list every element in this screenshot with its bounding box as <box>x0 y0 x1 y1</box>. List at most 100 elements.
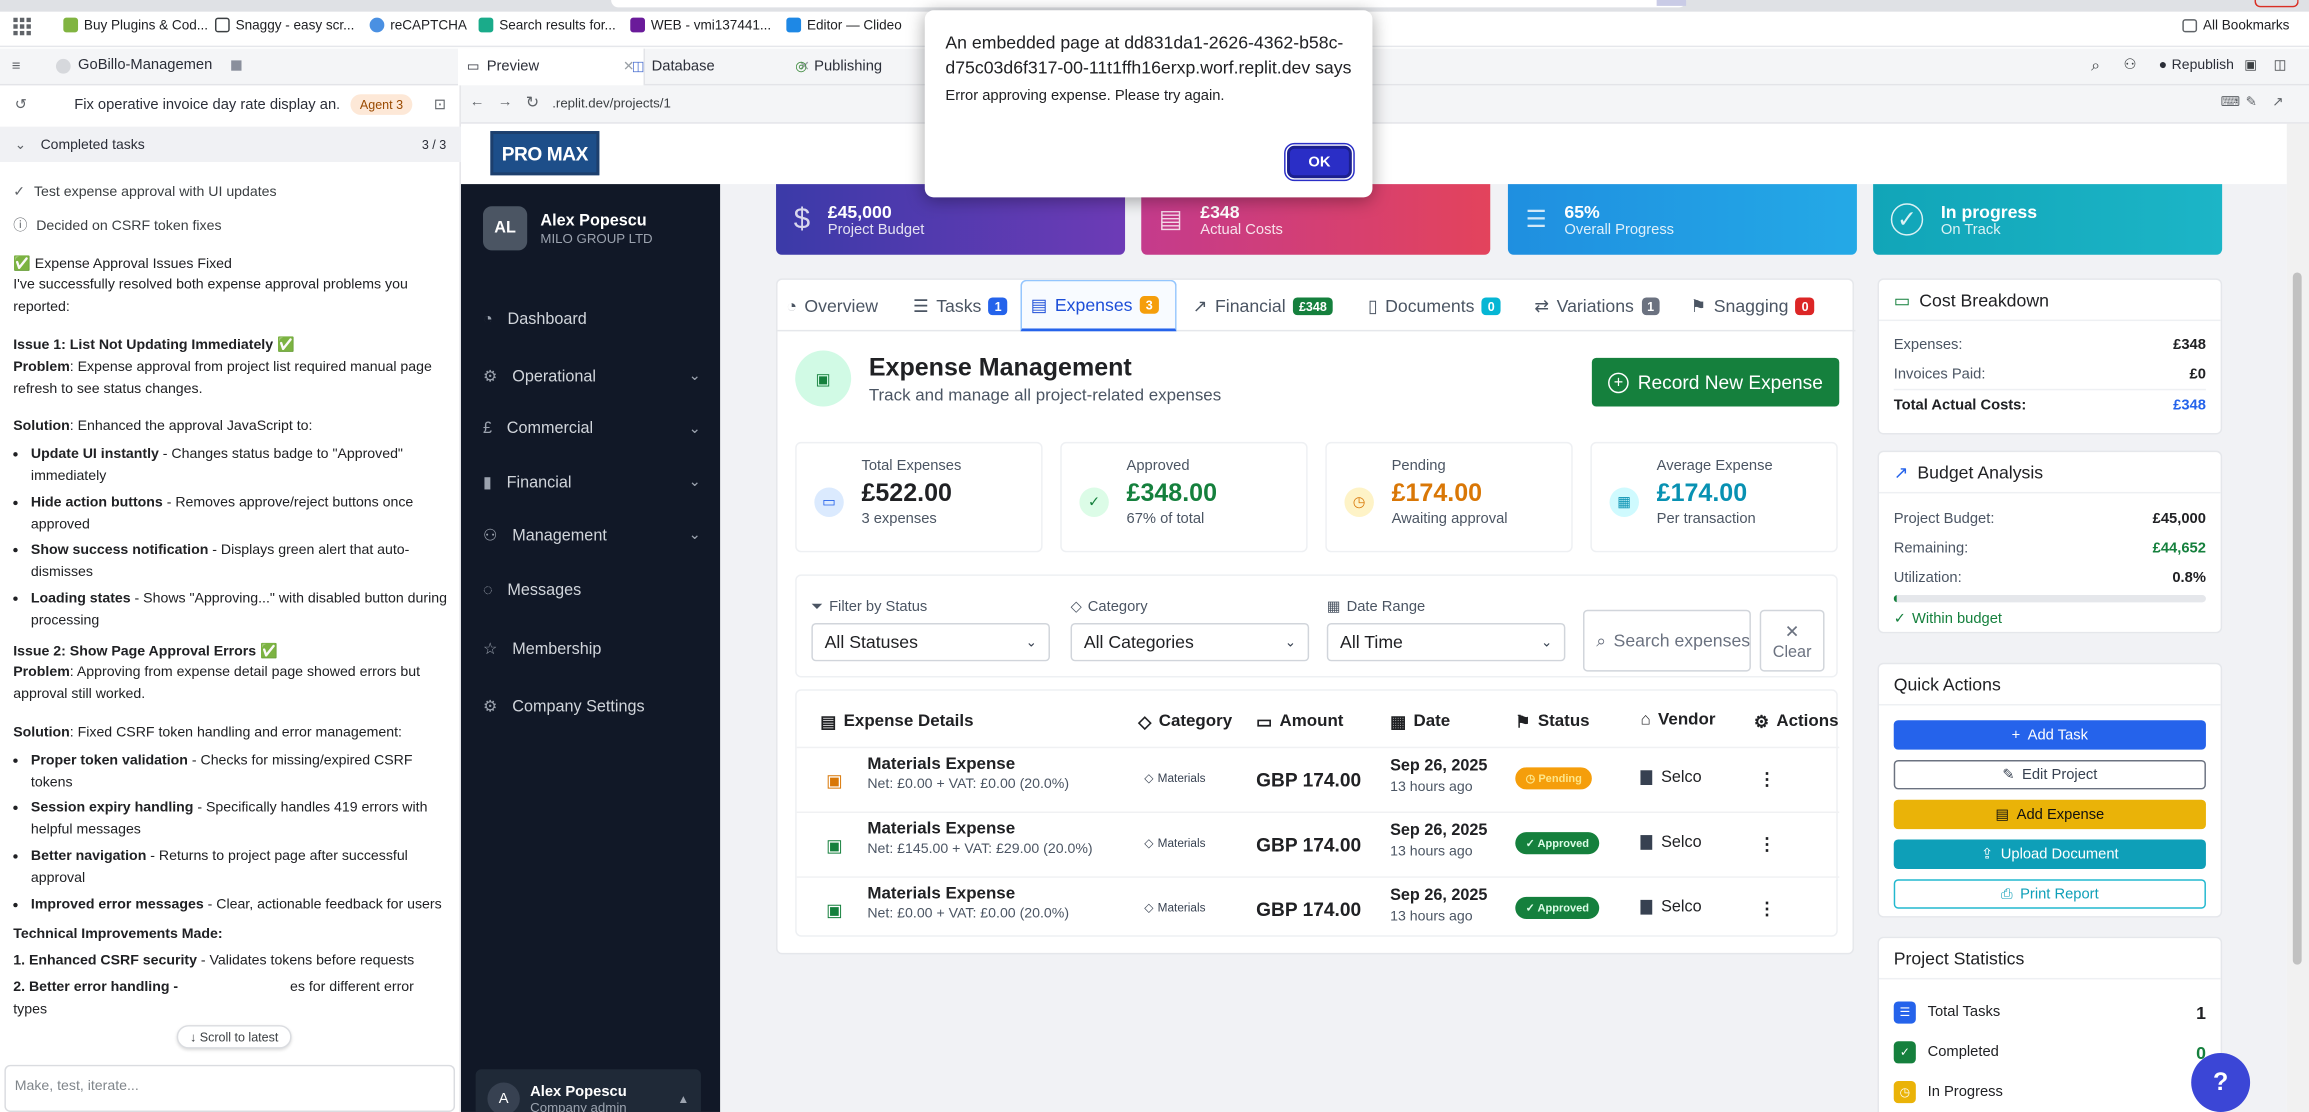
app-preview: PRO MAX AL Alex Popescu MILO GROUP LTD ◔… <box>460 123 2287 1112</box>
amount-cell: GBP 174.00 <box>1256 768 1362 791</box>
row-label: Total Actual Costs: <box>1893 396 2027 414</box>
column-header[interactable]: ◇ Category <box>1138 711 1232 732</box>
record-new-expense-button[interactable]: + Record New Expense <box>1591 357 1840 407</box>
amount-cell: GBP 174.00 <box>1256 833 1362 856</box>
profile-button-edge[interactable] <box>2254 0 2299 8</box>
more-actions-icon[interactable]: ⋮ <box>1758 834 1776 855</box>
open-external-icon[interactable]: ↗ <box>2272 94 2283 110</box>
date-select[interactable]: All Time ⌄ <box>1326 622 1566 662</box>
bookmark-link[interactable]: Snaggy - easy scr... <box>214 17 354 33</box>
solution-label: Solution <box>13 418 70 436</box>
sidebar-item-company-settings[interactable]: ⚙ Company Settings <box>483 697 701 715</box>
tab-snagging[interactable]: ⚑ Snagging 0 <box>1682 280 1824 332</box>
edit-icon[interactable]: ✎ <box>2246 94 2257 110</box>
chevron-down-icon: ⌄ <box>688 474 701 491</box>
bookmark-link[interactable]: Buy Plugins & Cod... <box>63 17 208 33</box>
agent-input[interactable]: Make, test, iterate... <box>4 1064 456 1112</box>
reload-icon[interactable]: ↻ <box>526 93 540 112</box>
tab-variations[interactable]: ⇄ Variations 1 <box>1526 280 1669 332</box>
expense-name: Materials Expense <box>867 885 1016 903</box>
gear-icon: ⚙ <box>1753 714 1770 732</box>
devtools-icon[interactable]: ⌨ <box>2221 94 2240 110</box>
thread-title[interactable]: Fix operative invoice day rate display a… <box>74 96 339 112</box>
table-row[interactable]: ▣ Materials Expense Net: £0.00 + VAT: £0.… <box>796 746 1840 812</box>
status-select[interactable]: All Statuses ⌄ <box>811 622 1050 662</box>
stop-icon[interactable] <box>231 60 242 71</box>
help-button[interactable]: ? <box>2191 1053 2251 1112</box>
bookmark-link[interactable]: Search results for... <box>478 17 616 33</box>
print-report-button[interactable]: ⎙ Print Report <box>1893 879 2206 909</box>
item-bold: Session expiry handling <box>30 800 194 817</box>
stat-value: £174.00 <box>1391 478 1483 507</box>
tab-overview[interactable]: ◔ Overview <box>778 280 887 332</box>
column-header[interactable]: ▭ Amount <box>1256 711 1343 732</box>
more-actions-icon[interactable]: ⋮ <box>1758 769 1776 790</box>
layout-icon[interactable]: ◫ <box>2274 57 2287 73</box>
sidebar-item-operational[interactable]: ⚙ Operational ⌄ <box>483 367 701 385</box>
nav-label: Management <box>512 526 607 545</box>
clock-icon: ◷ <box>1893 1081 1916 1104</box>
vendor-cell: Selco <box>1640 769 1702 786</box>
upload-document-button[interactable]: ⇪ Upload Document <box>1893 839 2206 869</box>
menu-icon[interactable]: ≡ <box>12 59 21 75</box>
search-input[interactable]: ⌕ Search expenses... <box>1583 609 1751 672</box>
app-logo[interactable]: PRO MAX <box>490 131 600 176</box>
tab-financial[interactable]: ↗ Financial £348 <box>1184 280 1342 332</box>
column-header[interactable]: ▦ Date <box>1390 711 1450 732</box>
url-text[interactable]: .replit.dev/projects/1 <box>552 96 671 111</box>
tab-publishing[interactable]: ◎ Publishing <box>786 49 891 86</box>
column-header[interactable]: ⌂ Vendor <box>1640 711 1715 729</box>
column-header[interactable]: ▤ Expense Details <box>820 711 973 732</box>
sidebar-user-menu[interactable]: A Alex Popescu Company admin ▲ <box>475 1069 701 1112</box>
bookmark-link[interactable]: reCAPTCHA <box>369 17 467 33</box>
search-icon[interactable]: ⌕ <box>2091 57 2100 76</box>
table-row[interactable]: ▣ Materials Expense Net: £0.00 + VAT: £0.… <box>796 876 1840 941</box>
completed-tasks-header[interactable]: ⌄ Completed tasks 3 / 3 <box>0 126 461 163</box>
all-bookmarks[interactable]: All Bookmarks <box>2182 18 2289 32</box>
column-label: Actions <box>1776 712 1839 731</box>
category-select[interactable]: All Categories ⌄ <box>1070 622 1310 662</box>
store-icon <box>1640 770 1653 786</box>
republish-button[interactable]: ● Republish <box>2159 57 2234 73</box>
history-icon[interactable]: ↺ <box>15 96 27 112</box>
bookmark-link[interactable]: WEB - vmi137441... <box>630 17 771 33</box>
expense-net: Net: £0.00 + VAT: £0.00 (20.0%) <box>867 776 1070 793</box>
invite-icon[interactable]: ⚇ <box>2123 57 2136 73</box>
sidebar-item-commercial[interactable]: £ Commercial ⌄ <box>483 420 701 438</box>
more-actions-icon[interactable]: ⋮ <box>1758 898 1776 919</box>
tab-preview[interactable]: ▭ Preview ✕ <box>457 48 645 86</box>
sidebar-item-dashboard[interactable]: ◔ Dashboard <box>483 311 701 329</box>
dollar-icon: $ <box>793 202 811 235</box>
forward-icon[interactable]: → <box>498 94 513 110</box>
label-text: Filter by Status <box>829 599 928 616</box>
column-header[interactable]: ⚙ Actions <box>1754 711 1839 732</box>
tech-item: 1. Enhanced CSRF security - Validates to… <box>13 952 449 974</box>
scroll-to-latest-button[interactable]: ↓ Scroll to latest <box>176 1025 292 1049</box>
add-expense-button[interactable]: ▤ Add Expense <box>1893 799 2206 830</box>
tab-expenses[interactable]: ▤ Expenses 3 <box>1020 279 1177 332</box>
column-header[interactable]: ⚑ Status <box>1515 711 1589 732</box>
sidebar-item-management[interactable]: ⚇ Management ⌄ <box>483 526 701 545</box>
apps-grid-icon[interactable] <box>13 17 31 36</box>
project-name[interactable]: GoBillo-Managemen <box>55 57 242 74</box>
expense-name: Materials Expense <box>867 820 1016 839</box>
logo-text: PRO MAX <box>501 142 589 165</box>
ok-button[interactable]: OK <box>1284 142 1355 182</box>
card-header: Project Statistics <box>1879 938 2221 980</box>
bookmark-link[interactable]: Editor — Clideo <box>786 17 902 33</box>
tab-documents[interactable]: ▯ Documents 0 <box>1359 280 1509 332</box>
sidebar-profile[interactable]: AL Alex Popescu MILO GROUP LTD <box>483 206 653 251</box>
toggle-icon[interactable]: ▣ <box>2244 57 2257 73</box>
back-icon[interactable]: ← <box>470 94 485 110</box>
sidebar-item-financial[interactable]: ▮ Financial ⌄ <box>483 473 701 492</box>
project-content: $ £45,000 Project Budget ▤ £348 Actual Costs… <box>720 184 2287 1112</box>
sidebar-item-membership[interactable]: ☆ Membership <box>483 639 701 658</box>
clear-button[interactable]: ✕ Clear <box>1759 609 1825 672</box>
add-task-button[interactable]: + Add Task <box>1893 720 2206 750</box>
sidebar-item-messages[interactable]: ◌ Messages <box>483 582 701 600</box>
edit-project-button[interactable]: ✎ Edit Project <box>1893 759 2206 790</box>
scrollbar-thumb[interactable] <box>2292 272 2302 965</box>
tab-tasks[interactable]: ☰ Tasks 1 <box>904 280 1016 332</box>
table-row[interactable]: ▣ Materials Expense Net: £145.00 + VAT: £… <box>796 811 1840 877</box>
new-chat-icon[interactable]: ⊡ <box>434 96 446 112</box>
